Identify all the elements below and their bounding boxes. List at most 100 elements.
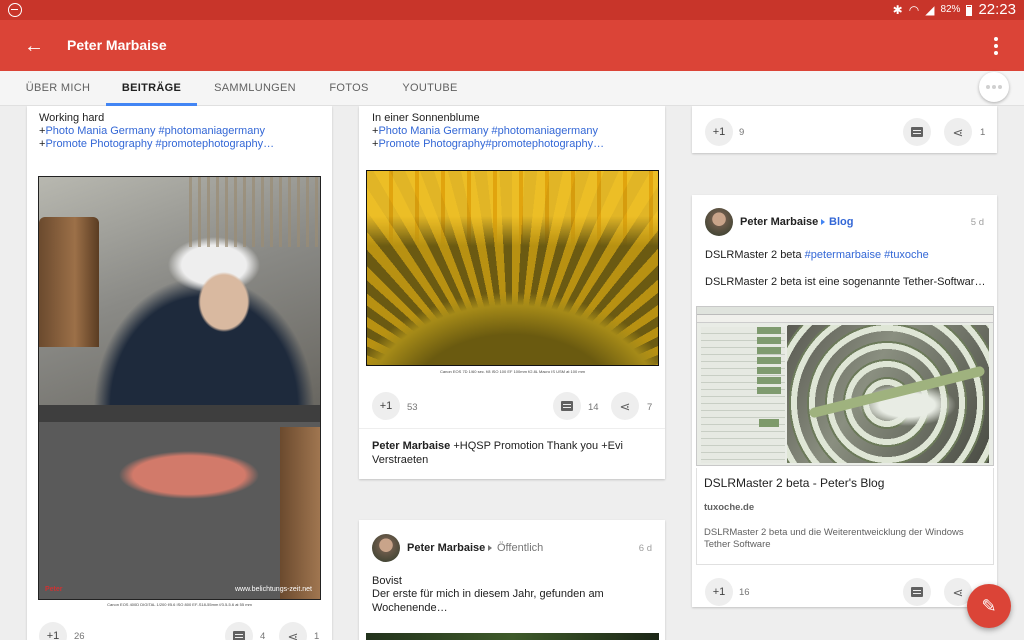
chevron-right-icon	[821, 219, 825, 225]
plus-one-button[interactable]: +1	[705, 578, 733, 606]
link-preview-image[interactable]	[696, 306, 994, 466]
screenshot-flower-stem	[808, 365, 986, 419]
post-photo-craftsman[interactable]: Peter www.belichtungs-zeit.net	[38, 176, 321, 600]
post-text-line: DSLRMaster 2 beta #petermarbaise #tuxoch…	[705, 249, 929, 263]
community-link[interactable]: Promote Photography #promotephotography…	[45, 138, 274, 150]
tab-bar: ÜBER MICH BEITRÄGE SAMMLUNGEN FOTOS YOUT…	[0, 71, 1024, 106]
post-text-line: In einer Sonnenblume	[372, 112, 480, 124]
clock: 22:23	[978, 1, 1016, 18]
wifi-icon: ◠	[908, 3, 920, 17]
comment-button[interactable]	[553, 392, 581, 420]
comment-count: 14	[588, 402, 599, 413]
photo-logo: Peter	[45, 586, 63, 593]
photo-petals	[367, 171, 658, 246]
comment-icon	[911, 587, 923, 597]
share-button[interactable]: ⋖	[611, 392, 639, 420]
share-icon: ⋖	[952, 124, 964, 140]
chevron-right-icon	[488, 545, 492, 551]
screenshot-menubar	[697, 315, 993, 323]
photo-wood-stump	[280, 427, 320, 599]
post-author[interactable]: Peter Marbaise	[740, 216, 818, 228]
share-icon: ⋖	[952, 584, 964, 600]
post-card-previous[interactable]: +1 9 ⋖ 1	[692, 106, 997, 153]
tab-sammlungen[interactable]: SAMMLUNGEN	[207, 71, 303, 106]
more-horiz-icon	[986, 85, 990, 89]
plus-one-button[interactable]: +1	[705, 118, 733, 146]
plus-one-button[interactable]: +1	[39, 622, 67, 640]
divider	[359, 428, 665, 429]
post-text-line: Der erste für mich in diesem Jahr, gefun…	[372, 588, 604, 614]
back-button[interactable]: ←	[20, 32, 48, 60]
battery-icon	[966, 4, 973, 16]
more-vert-icon	[994, 37, 998, 41]
link-preview-box[interactable]: DSLRMaster 2 beta - Peter's Blog tuxoche…	[696, 468, 994, 565]
post-card-bovist[interactable]: Peter Marbaise Öffentlich 6 d Bovist Der…	[359, 520, 665, 640]
top-comment[interactable]: Peter Marbaise +HQSP Promotion Thank you…	[372, 440, 642, 467]
arrow-left-icon: ←	[24, 34, 44, 57]
post-photo-mushroom[interactable]	[366, 633, 659, 640]
post-card-dslrmaster[interactable]: Peter Marbaise Blog 5 d DSLRMaster 2 bet…	[692, 195, 997, 607]
comment-count: 4	[260, 631, 266, 640]
status-bar: ✱ ◠ ◢ 82% 22:23	[0, 0, 1024, 20]
signal-icon: ◢	[925, 3, 935, 17]
photo-wood-stump	[39, 217, 99, 347]
community-link[interactable]: Photo Mania Germany #photomaniagermany	[378, 125, 598, 137]
photo-exif-caption: Canon EOS 400D DIGITAL 1/200 f/5.6 ISO 8…	[107, 602, 252, 607]
share-icon: ⋖	[619, 398, 631, 414]
share-count: 7	[647, 402, 653, 413]
photo-watermark: www.belichtungs-zeit.net	[234, 586, 312, 593]
post-text: DSLRMaster 2 beta	[705, 249, 805, 261]
post-card-sonnenblume[interactable]: In einer Sonnenblume +Photo Mania German…	[359, 106, 665, 479]
overflow-menu-button[interactable]	[986, 34, 1006, 58]
post-hashtag-line: +Promote Photography#promotephotography…	[372, 138, 604, 152]
plus-one-count: 26	[74, 631, 85, 640]
post-collection[interactable]: Blog	[829, 216, 853, 228]
share-button[interactable]: ⋖	[279, 622, 307, 640]
community-link[interactable]: Photo Mania Germany #photomaniagermany	[45, 125, 265, 137]
tab-beitraege[interactable]: BEITRÄGE	[106, 71, 197, 106]
post-text-line: DSLRMaster 2 beta ist eine sogenannte Te…	[705, 276, 986, 288]
community-link[interactable]: Promote Photography#promotephotography…	[378, 138, 604, 150]
do-not-disturb-icon	[8, 3, 22, 17]
comment-button[interactable]	[903, 118, 931, 146]
post-text-line: Working hard	[39, 112, 105, 124]
app-bar: ← Peter Marbaise	[0, 20, 1024, 71]
comment-button[interactable]	[225, 622, 253, 640]
screenshot-titlebar	[697, 307, 993, 315]
comment-icon	[233, 631, 245, 640]
photo-background-chairs	[189, 177, 319, 247]
share-button[interactable]: ⋖	[944, 118, 972, 146]
compose-fab[interactable]: ✎	[967, 584, 1011, 628]
post-date: 5 d	[970, 217, 984, 228]
screenshot-live-view	[787, 325, 989, 463]
photo-exif-caption: Canon EOS 7D 1/60 sec. f/8 ISO 100 EF 10…	[439, 369, 586, 374]
bluetooth-icon: ✱	[892, 3, 903, 17]
tab-ueber-mich[interactable]: ÜBER MICH	[18, 71, 98, 106]
tab-more-button[interactable]	[979, 72, 1009, 102]
link-domain: tuxoche.de	[704, 502, 755, 513]
tab-youtube[interactable]: YOUTUBE	[392, 71, 468, 106]
link-title[interactable]: DSLRMaster 2 beta - Peter's Blog	[704, 476, 884, 490]
screenshot-start-button	[759, 419, 779, 427]
screenshot-buttons	[757, 327, 781, 397]
post-photo-sunflower[interactable]	[366, 170, 659, 366]
hashtag-link[interactable]: #petermarbaise #tuxoche	[805, 249, 929, 261]
plus-one-count: 9	[739, 127, 745, 138]
post-audience: Öffentlich	[497, 542, 544, 554]
post-author[interactable]: Peter Marbaise	[407, 542, 485, 554]
plus-one-count: 53	[407, 402, 418, 413]
post-date: 6 d	[638, 543, 652, 554]
post-feed[interactable]: Working hard +Photo Mania Germany #photo…	[0, 106, 1024, 640]
avatar[interactable]	[705, 208, 733, 236]
post-text-line: Bovist	[372, 575, 402, 587]
avatar[interactable]	[372, 534, 400, 562]
tab-fotos[interactable]: FOTOS	[320, 71, 378, 106]
battery-percent: 82%	[940, 4, 961, 15]
comment-button[interactable]	[903, 578, 931, 606]
plus-one-button[interactable]: +1	[372, 392, 400, 420]
post-hashtag-line: +Photo Mania Germany #photomaniagermany	[372, 125, 598, 139]
comment-author[interactable]: Peter Marbaise	[372, 440, 450, 452]
post-card-working-hard[interactable]: Working hard +Photo Mania Germany #photo…	[27, 106, 332, 640]
page-title: Peter Marbaise	[67, 37, 167, 53]
post-hashtag-line: +Promote Photography #promotephotography…	[39, 138, 274, 152]
